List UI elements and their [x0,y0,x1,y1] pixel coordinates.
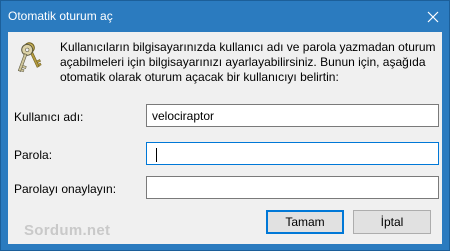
instruction-line: otomatik olarak oturum açacak bir kullan… [60,70,339,84]
username-field[interactable] [146,104,439,127]
window-title: Otomatik oturum aç [8,9,113,23]
instruction-text: Kullanıcıların bilgisayarınızda kullanıc… [60,40,438,85]
username-label: Kullanıcı adı: [14,110,84,124]
keys-icon [17,42,42,73]
ok-button[interactable]: Tamam [266,210,344,234]
dialog-window: Otomatik oturum aç Kullanıcıların bilgis… [0,0,450,251]
dialog-body: Kullanıcıların bilgisayarınızda kullanıc… [8,32,442,244]
confirm-password-label: Parolayı onaylayın: [14,182,117,196]
confirm-password-field[interactable] [146,176,439,199]
watermark: Sordum.net [24,222,111,239]
instruction-line: açabilmeleri için bilgisayarınızı ayarla… [60,55,426,69]
text-caret [156,148,157,162]
close-button[interactable] [417,1,449,32]
title-bar[interactable]: Otomatik oturum aç [1,1,449,32]
cancel-button[interactable]: İptal [353,210,431,234]
close-icon [427,11,439,22]
password-field[interactable] [146,142,439,165]
instruction-line: Kullanıcıların bilgisayarınızda kullanıc… [60,40,436,54]
password-label: Parola: [14,148,53,162]
